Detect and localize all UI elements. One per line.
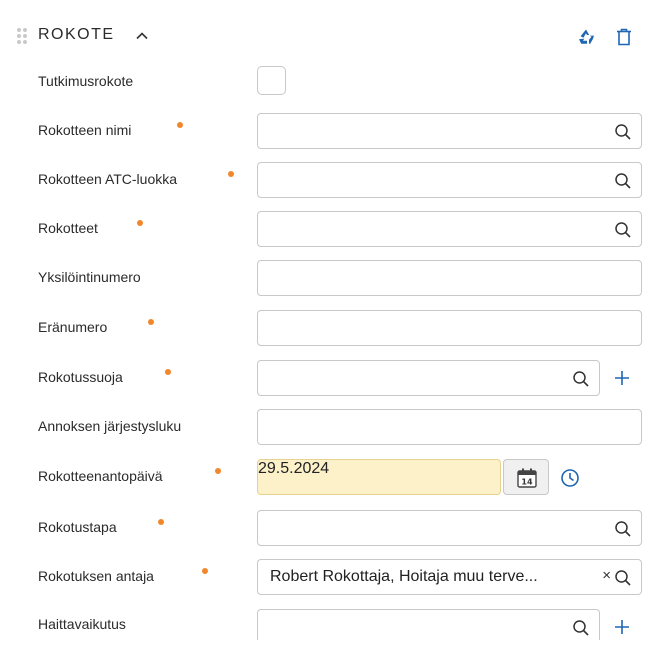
rokotussuoja-field[interactable]	[257, 360, 600, 396]
required-indicator	[158, 519, 164, 525]
rokotteenantopaiva-date-input[interactable]: 29.5.2024	[257, 459, 501, 495]
rokotteet-field[interactable]	[257, 211, 642, 247]
row-yksilointinumero: Yksilöintinumero	[0, 260, 650, 296]
section-title: ROKOTE	[38, 26, 115, 43]
search-icon[interactable]	[614, 569, 632, 587]
row-rokotteen-nimi: Rokotteen nimi	[0, 113, 650, 149]
section-header: ROKOTE	[0, 22, 650, 54]
calendar-button[interactable]: 14	[503, 459, 549, 495]
row-rokotustapa: Rokotustapa	[0, 510, 650, 546]
trash-icon[interactable]	[615, 27, 633, 47]
search-icon[interactable]	[614, 520, 632, 538]
required-indicator	[137, 220, 143, 226]
rokotustapa-field[interactable]	[257, 510, 642, 546]
row-tutkimusrokote: Tutkimusrokote	[0, 66, 650, 102]
rokotteet-input[interactable]	[268, 212, 607, 246]
rokotuksen-antaja-field[interactable]: Robert Rokottaja, Hoitaja muu terve... ×	[257, 559, 642, 595]
row-rokotussuoja: Rokotussuoja	[0, 360, 650, 396]
required-indicator	[215, 468, 221, 474]
row-rokotteet: Rokotteet	[0, 211, 650, 247]
rokotteen-nimi-input[interactable]	[268, 114, 607, 148]
annoksen-jarjestysluku-input[interactable]	[268, 410, 607, 444]
search-icon[interactable]	[614, 172, 632, 190]
row-rokotuksen-antaja: Rokotuksen antaja Robert Rokottaja, Hoit…	[0, 559, 650, 595]
rokotussuoja-input[interactable]	[268, 361, 565, 395]
label-rokotteen-atc-luokka: Rokotteen ATC-luokka	[38, 171, 178, 187]
row-rokotteenantopaiva: Rokotteenantopäivä 29.5.2024 14	[0, 459, 650, 495]
rokotteen-nimi-field[interactable]	[257, 113, 642, 149]
label-tutkimusrokote: Tutkimusrokote	[38, 73, 134, 89]
row-annoksen-jarjestysluku: Annoksen järjestysluku	[0, 409, 650, 445]
label-yksilointinumero: Yksilöintinumero	[38, 269, 141, 285]
clear-icon[interactable]: ×	[602, 567, 611, 584]
rokotustapa-input[interactable]	[268, 511, 607, 545]
calendar-day-text: 14	[521, 478, 533, 487]
clock-icon[interactable]	[560, 468, 580, 488]
label-rokotteenantopaiva: Rokotteenantopäivä	[38, 468, 163, 484]
eranumero-field[interactable]	[257, 310, 642, 346]
required-indicator	[165, 369, 171, 375]
required-indicator	[228, 171, 234, 177]
label-rokotussuoja: Rokotussuoja	[38, 369, 123, 385]
annoksen-jarjestysluku-field[interactable]	[257, 409, 642, 445]
label-eranumero: Eränumero	[38, 319, 108, 335]
search-icon[interactable]	[572, 619, 590, 637]
haittavaikutus-field[interactable]	[257, 609, 600, 640]
add-haittavaikutus-plus-icon[interactable]	[613, 618, 631, 636]
search-icon[interactable]	[614, 221, 632, 239]
label-rokotteet: Rokotteet	[38, 220, 98, 236]
label-annoksen-jarjestysluku: Annoksen järjestysluku	[38, 418, 182, 434]
date-value: 29.5.2024	[258, 460, 330, 477]
required-indicator	[202, 568, 208, 574]
chevron-up-icon[interactable]	[134, 28, 150, 44]
label-rokotustapa: Rokotustapa	[38, 519, 117, 535]
rokotteen-atc-luokka-input[interactable]	[268, 163, 607, 197]
yksilointinumero-field[interactable]	[257, 260, 642, 296]
required-indicator	[177, 122, 183, 128]
eranumero-input[interactable]	[268, 311, 607, 345]
row-eranumero: Eränumero	[0, 310, 650, 346]
recycle-icon[interactable]	[576, 27, 596, 47]
rokotteen-atc-luokka-field[interactable]	[257, 162, 642, 198]
yksilointinumero-input[interactable]	[268, 261, 607, 295]
required-indicator	[148, 319, 154, 325]
search-icon[interactable]	[614, 123, 632, 141]
rokotuksen-antaja-value: Robert Rokottaja, Hoitaja muu terve...	[270, 568, 538, 585]
label-rokotuksen-antaja: Rokotuksen antaja	[38, 568, 154, 584]
drag-handle-icon[interactable]	[17, 28, 29, 46]
checkbox-tutkimusrokote[interactable]	[257, 66, 286, 95]
calendar-icon: 14	[516, 467, 538, 489]
search-icon[interactable]	[572, 370, 590, 388]
haittavaikutus-input[interactable]	[268, 610, 565, 640]
row-rokotteen-atc-luokka: Rokotteen ATC-luokka	[0, 162, 650, 198]
label-haittavaikutus: Haittavaikutus	[38, 616, 126, 632]
add-rokotussuoja-plus-icon[interactable]	[613, 369, 631, 387]
label-rokotteen-nimi: Rokotteen nimi	[38, 122, 132, 138]
